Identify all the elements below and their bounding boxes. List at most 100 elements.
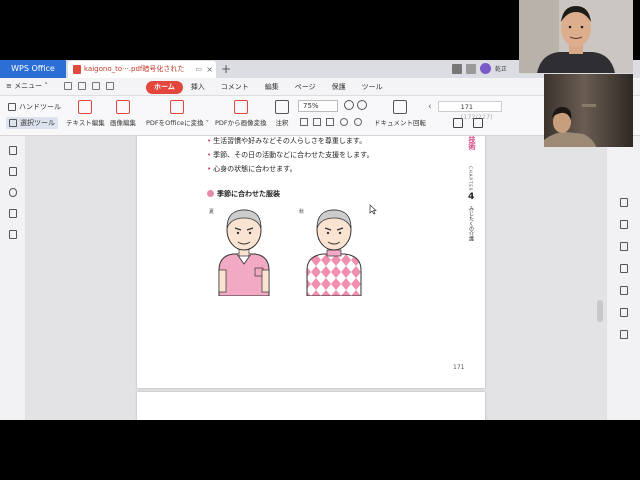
new-tab-button[interactable]: + — [221, 60, 231, 78]
refresh-icon[interactable] — [354, 118, 362, 126]
chapter-title: みじたくの介護 — [468, 206, 474, 241]
rotate-left-icon[interactable] — [326, 118, 334, 126]
pdf-image-icon — [233, 100, 248, 114]
open-icon[interactable] — [64, 82, 72, 90]
image-edit-button[interactable]: 画像編集 — [110, 100, 136, 127]
page-number-input[interactable]: 171 (172/227) — [437, 101, 502, 121]
annotate-label: 注釈 — [275, 119, 289, 127]
zoom-in-icon[interactable] — [357, 100, 367, 110]
menu-edit[interactable]: 編集 — [257, 81, 287, 94]
scroll-thumb[interactable] — [597, 300, 603, 322]
chapter-title-pink: 技術 — [468, 136, 476, 150]
merge-icon[interactable] — [620, 286, 628, 295]
page-navigator: ‹ 171 (172/227) — [428, 101, 502, 121]
menu-tools[interactable]: ツール — [354, 81, 391, 94]
webcam-view-host — [519, 0, 633, 73]
right-sidebar — [606, 136, 640, 420]
summer-clothing-illustration — [218, 209, 270, 296]
zoom-select[interactable]: 75% — [298, 100, 338, 112]
left-sidebar — [0, 136, 26, 420]
menu-home[interactable]: ホーム — [146, 81, 183, 94]
chapter-tab: 技術 CHAPTER 4 みじたくの介護 — [464, 136, 482, 246]
menu-comment[interactable]: コメント — [213, 81, 257, 94]
menu-items: ホーム 挿入 コメント 編集 ページ 保護 ツール — [146, 81, 391, 94]
thumbnail-icon[interactable] — [9, 167, 17, 176]
pdf-convert-icon — [170, 100, 185, 114]
window-mode-icon[interactable] — [452, 63, 462, 74]
rotate-document-label: ドキュメント回転 — [374, 119, 426, 127]
main-menu-button[interactable]: ≡ メニュー ˅ — [6, 81, 48, 91]
image-edit-label: 画像編集 — [110, 119, 136, 127]
double-page-view-icon[interactable] — [473, 118, 483, 128]
layout-icon[interactable] — [466, 63, 476, 74]
page-number: 171 — [453, 364, 465, 371]
bullet-text: 生活習慣や好みなどその人らしさを尊重します。 — [207, 136, 366, 146]
app-tab[interactable]: WPS Office — [0, 60, 66, 78]
annotate-icon — [275, 100, 289, 114]
document-rotate-icon — [393, 100, 407, 114]
pdf-to-office-button[interactable]: PDFをOfficeに変換 ˅ — [146, 100, 209, 127]
rotate-right-icon[interactable] — [340, 118, 348, 126]
pen-icon[interactable] — [620, 242, 628, 251]
titlebar-right: 乾正 — [452, 63, 507, 74]
hand-tool-label: ハンドツール — [19, 103, 61, 111]
autumn-clothing-illustration — [306, 209, 362, 296]
participant-video-frame — [544, 104, 596, 147]
select-tool-label: 選択ツール — [20, 119, 55, 127]
menu-page[interactable]: ページ — [287, 81, 324, 94]
host-video-frame — [519, 0, 633, 73]
undo-icon[interactable] — [106, 82, 114, 90]
pdf-icon — [73, 65, 81, 74]
pdf-page: 生活習慣や好みなどその人らしさを尊重します。 季節、その日の活動などに合わせた支… — [137, 136, 485, 388]
image-edit-icon — [116, 100, 130, 114]
webcam-view-participant — [544, 74, 633, 147]
vertical-scrollbar[interactable] — [597, 150, 603, 420]
cursor-icon — [9, 119, 17, 127]
bullet-text: 心身の状態に合わせます。 — [207, 164, 296, 174]
pdf-to-office-label: PDFをOfficeに変換 ˅ — [146, 119, 209, 127]
convert-icon[interactable] — [620, 198, 628, 207]
mouse-cursor-icon — [369, 204, 377, 215]
text-edit-label: テキスト編集 — [66, 119, 105, 127]
split-icon[interactable] — [620, 264, 628, 273]
save-icon[interactable] — [78, 82, 86, 90]
menu-insert[interactable]: 挿入 — [183, 81, 213, 94]
zoom-out-icon[interactable] — [344, 100, 354, 110]
signature-icon[interactable] — [9, 209, 17, 218]
menu-protect[interactable]: 保護 — [324, 81, 354, 94]
pdf-to-image-button[interactable]: PDFから画像変換 — [215, 100, 267, 127]
rotate-document-button[interactable]: ドキュメント回転 — [374, 100, 426, 127]
fit-width-icon[interactable] — [313, 118, 321, 126]
chapter-label: CHAPTER — [468, 166, 473, 192]
select-tool-button[interactable]: 選択ツール — [6, 117, 58, 129]
document-tab-title: kaigono_to···.pdf暗号化された — [84, 65, 185, 73]
annotate-button[interactable]: 注釈 — [275, 100, 289, 127]
pdf-to-image-label: PDFから画像変換 — [215, 119, 267, 127]
pink-dot-icon — [207, 190, 214, 197]
bookmark-icon[interactable] — [9, 146, 17, 155]
section-heading: 季節に合わせた服装 — [207, 189, 280, 199]
document-tab[interactable]: kaigono_to···.pdf暗号化された ▭ × — [68, 61, 216, 78]
export-icon[interactable] — [9, 230, 17, 239]
chapter-number: 4 — [468, 192, 475, 202]
print-side-icon[interactable] — [620, 330, 628, 339]
bullet-text: 季節、その日の活動などに合わせた支援をします。 — [207, 150, 373, 160]
print-icon[interactable] — [92, 82, 100, 90]
quick-access-toolbar — [64, 82, 114, 90]
single-page-view-icon[interactable] — [453, 118, 463, 128]
hand-tool-button[interactable]: ハンドツール — [8, 102, 61, 112]
prev-page-icon[interactable]: ‹ — [428, 102, 432, 112]
user-name: 乾正 — [495, 66, 508, 73]
pdf-page-next — [137, 392, 485, 420]
text-edit-button[interactable]: テキスト編集 — [66, 100, 105, 127]
fit-page-icon[interactable] — [300, 118, 308, 126]
attachment-icon[interactable] — [9, 188, 17, 197]
edit-form-icon[interactable] — [620, 220, 628, 229]
hand-icon — [8, 103, 16, 111]
share-icon[interactable] — [620, 308, 628, 317]
avatar[interactable] — [480, 63, 491, 74]
document-viewport[interactable]: 生活習慣や好みなどその人らしさを尊重します。 季節、その日の活動などに合わせた支… — [26, 136, 606, 420]
text-edit-icon — [78, 100, 93, 114]
monitor-icon[interactable]: ▭ — [195, 61, 202, 78]
close-tab-icon[interactable]: × — [206, 61, 213, 78]
